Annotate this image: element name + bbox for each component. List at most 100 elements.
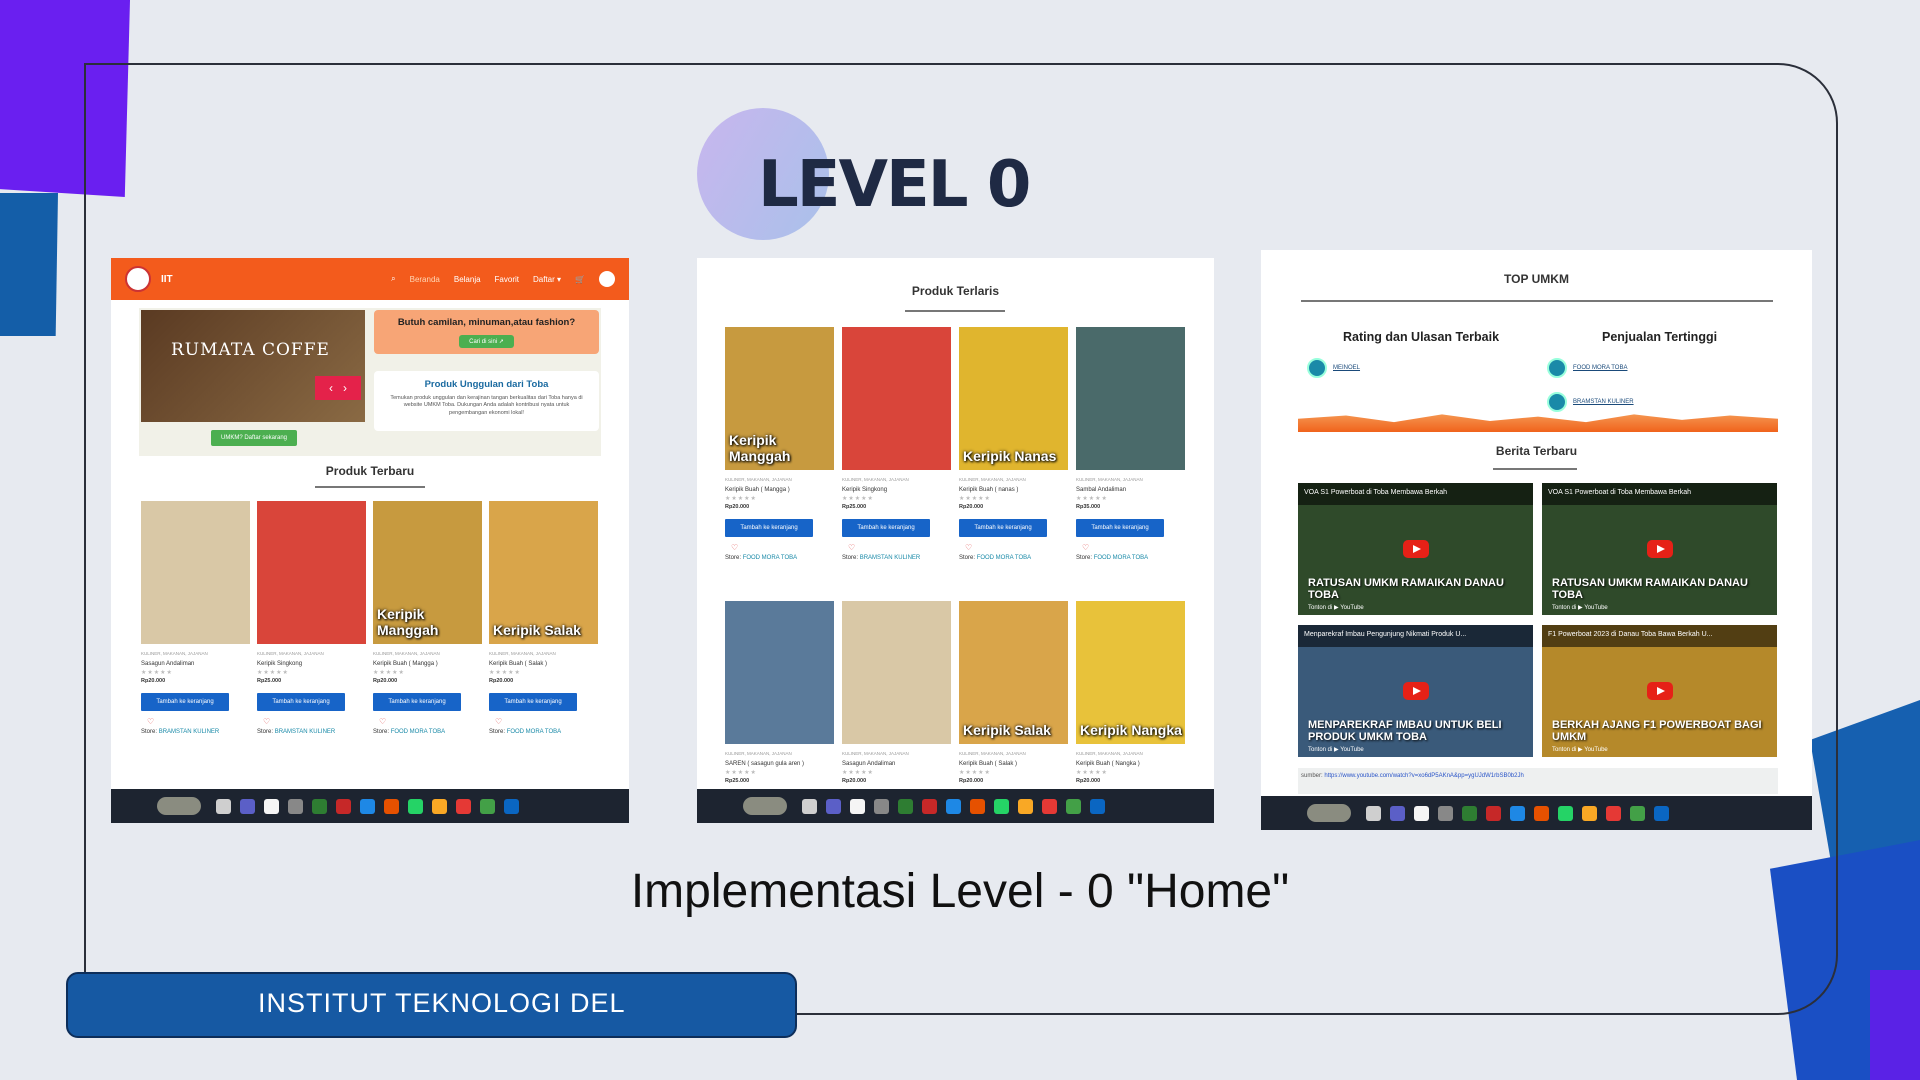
add-to-cart-button[interactable]: Tambah ke keranjang [959,519,1047,537]
product-card[interactable]: Keripik Nangka KULINER, MAKANAN, JAJANAN K… [1076,601,1185,811]
taskbar-app-icon[interactable] [264,798,279,814]
taskbar-app-icon[interactable] [946,798,961,814]
taskbar-app-icon[interactable] [1582,805,1597,821]
product-card[interactable]: KULINER, MAKANAN, JAJANAN Sasagun Andalim… [842,601,951,811]
product-card[interactable]: KULINER, MAKANAN, JAJANAN SAREN ( sasagun… [725,601,834,811]
news-video[interactable]: VOA S1 Powerboat di Toba Membawa Berkah R… [1542,483,1777,615]
taskbar-app-icon[interactable] [922,798,937,814]
sales-umkm-item[interactable]: BRAMSTAN KULINER [1547,392,1634,412]
product-image[interactable] [141,501,250,644]
taskbar-app-icon[interactable] [1414,805,1429,821]
product-image[interactable] [842,327,951,470]
carousel-arrows[interactable]: ‹ › [315,376,361,400]
product-image[interactable] [842,601,951,744]
play-icon[interactable] [1402,540,1429,558]
product-image[interactable]: Keripik Manggah [373,501,482,644]
product-store[interactable]: Store: FOOD MORA TOBA [1076,555,1185,561]
youtube-watch-label[interactable]: Tonton di ▶ YouTube [1552,746,1608,753]
taskbar-app-icon[interactable] [1510,805,1525,821]
product-name[interactable]: Keripik Buah ( Salak ) [489,661,598,667]
source-link[interactable]: https://www.youtube.com/watch?v=xo6dP5AK… [1324,773,1523,779]
umkm-name[interactable]: BRAMSTAN KULINER [1573,399,1634,405]
taskbar-app-icon[interactable] [1366,805,1381,821]
youtube-watch-label[interactable]: Tonton di ▶ YouTube [1308,604,1364,611]
news-video[interactable]: VOA S1 Powerboat di Toba Membawa Berkah R… [1298,483,1533,615]
product-store[interactable]: Store: FOOD MORA TOBA [373,729,482,735]
product-card[interactable]: KULINER, MAKANAN, JAJANAN Sasagun Andalim… [141,501,250,735]
taskbar-app-icon[interactable] [994,798,1009,814]
nav-item-daftar[interactable]: Daftar ▾ [533,275,561,284]
product-name[interactable]: Keripik Buah ( nanas ) [959,487,1068,493]
product-store[interactable]: Store: BRAMSTAN KULINER [842,555,951,561]
taskbar-app-icon[interactable] [456,798,471,814]
product-name[interactable]: Keripik Singkong [257,661,366,667]
product-name[interactable]: Keripik Buah ( Nangka ) [1076,761,1185,767]
taskbar-app-icon[interactable] [1066,798,1081,814]
news-video[interactable]: Menparekraf Imbau Pengunjung Nikmati Pro… [1298,625,1533,757]
favorite-heart-icon[interactable]: ♡ [848,543,951,552]
taskbar-app-icon[interactable] [850,798,865,814]
product-image[interactable]: Keripik Salak [489,501,598,644]
nav-item-beranda[interactable]: Beranda [410,275,440,284]
play-icon[interactable] [1646,540,1673,558]
product-card[interactable]: KULINER, MAKANAN, JAJANAN Keripik Singkon… [842,327,951,561]
taskbar-app-icon[interactable] [504,798,519,814]
taskbar-app-icon[interactable] [1462,805,1477,821]
product-name[interactable]: Keripik Singkong [842,487,951,493]
register-umkm-button[interactable]: UMKM? Daftar sekarang [211,430,297,446]
product-image[interactable]: Keripik Nanas [959,327,1068,470]
product-image[interactable]: Keripik Nangka [1076,601,1185,744]
add-to-cart-button[interactable]: Tambah ke keranjang [842,519,930,537]
product-store[interactable]: Store: FOOD MORA TOBA [489,729,598,735]
taskbar-app-icon[interactable] [874,798,889,814]
taskbar-app-icon[interactable] [1558,805,1573,821]
favorite-heart-icon[interactable]: ♡ [965,543,1068,552]
favorite-heart-icon[interactable]: ♡ [1082,543,1185,552]
taskbar-app-icon[interactable] [288,798,303,814]
sales-umkm-item[interactable]: FOOD MORA TOBA [1547,358,1627,378]
taskbar-app-icon[interactable] [480,798,495,814]
taskbar-app-icon[interactable] [1090,798,1105,814]
taskbar-app-icon[interactable] [1534,805,1549,821]
product-store[interactable]: Store: BRAMSTAN KULINER [257,729,366,735]
taskbar-app-icon[interactable] [1606,805,1621,821]
taskbar-search[interactable] [743,797,787,815]
add-to-cart-button[interactable]: Tambah ke keranjang [1076,519,1164,537]
product-image[interactable] [1076,327,1185,470]
taskbar-app-icon[interactable] [408,798,423,814]
favorite-heart-icon[interactable]: ♡ [495,717,598,726]
taskbar-app-icon[interactable] [1654,805,1669,821]
add-to-cart-button[interactable]: Tambah ke keranjang [141,693,229,711]
product-name[interactable]: Sambal Andaliman [1076,487,1185,493]
product-image[interactable]: Keripik Manggah [725,327,834,470]
favorite-heart-icon[interactable]: ♡ [731,543,834,552]
product-store[interactable]: Store: FOOD MORA TOBA [725,555,834,561]
product-card[interactable]: Keripik Manggah KULINER, MAKANAN, JAJANAN… [725,327,834,561]
add-to-cart-button[interactable]: Tambah ke keranjang [257,693,345,711]
taskbar-app-icon[interactable] [432,798,447,814]
product-card[interactable]: Keripik Manggah KULINER, MAKANAN, JAJANAN… [373,501,482,735]
taskbar-app-icon[interactable] [216,798,231,814]
taskbar-app-icon[interactable] [336,798,351,814]
product-card[interactable]: Keripik Salak KULINER, MAKANAN, JAJANAN Ke… [489,501,598,735]
product-card[interactable]: Keripik Salak KULINER, MAKANAN, JAJANAN Ke… [959,601,1068,811]
product-card[interactable]: Keripik Nanas KULINER, MAKANAN, JAJANAN Ke… [959,327,1068,561]
taskbar-app-icon[interactable] [240,798,255,814]
product-image[interactable] [725,601,834,744]
cart-icon[interactable]: 🛒 [575,275,585,284]
taskbar-app-icon[interactable] [384,798,399,814]
add-to-cart-button[interactable]: Tambah ke keranjang [489,693,577,711]
favorite-heart-icon[interactable]: ♡ [263,717,366,726]
umkm-name[interactable]: FOOD MORA TOBA [1573,365,1627,371]
product-image[interactable]: Keripik Salak [959,601,1068,744]
product-store[interactable]: Store: FOOD MORA TOBA [959,555,1068,561]
taskbar-app-icon[interactable] [802,798,817,814]
taskbar-app-icon[interactable] [1630,805,1645,821]
rating-umkm-item[interactable]: MEINOEL [1307,358,1360,378]
product-name[interactable]: Keripik Buah ( Salak ) [959,761,1068,767]
youtube-watch-label[interactable]: Tonton di ▶ YouTube [1552,604,1608,611]
add-to-cart-button[interactable]: Tambah ke keranjang [725,519,813,537]
play-icon[interactable] [1646,682,1673,700]
product-name[interactable]: Keripik Buah ( Mangga ) [725,487,834,493]
taskbar-app-icon[interactable] [826,798,841,814]
